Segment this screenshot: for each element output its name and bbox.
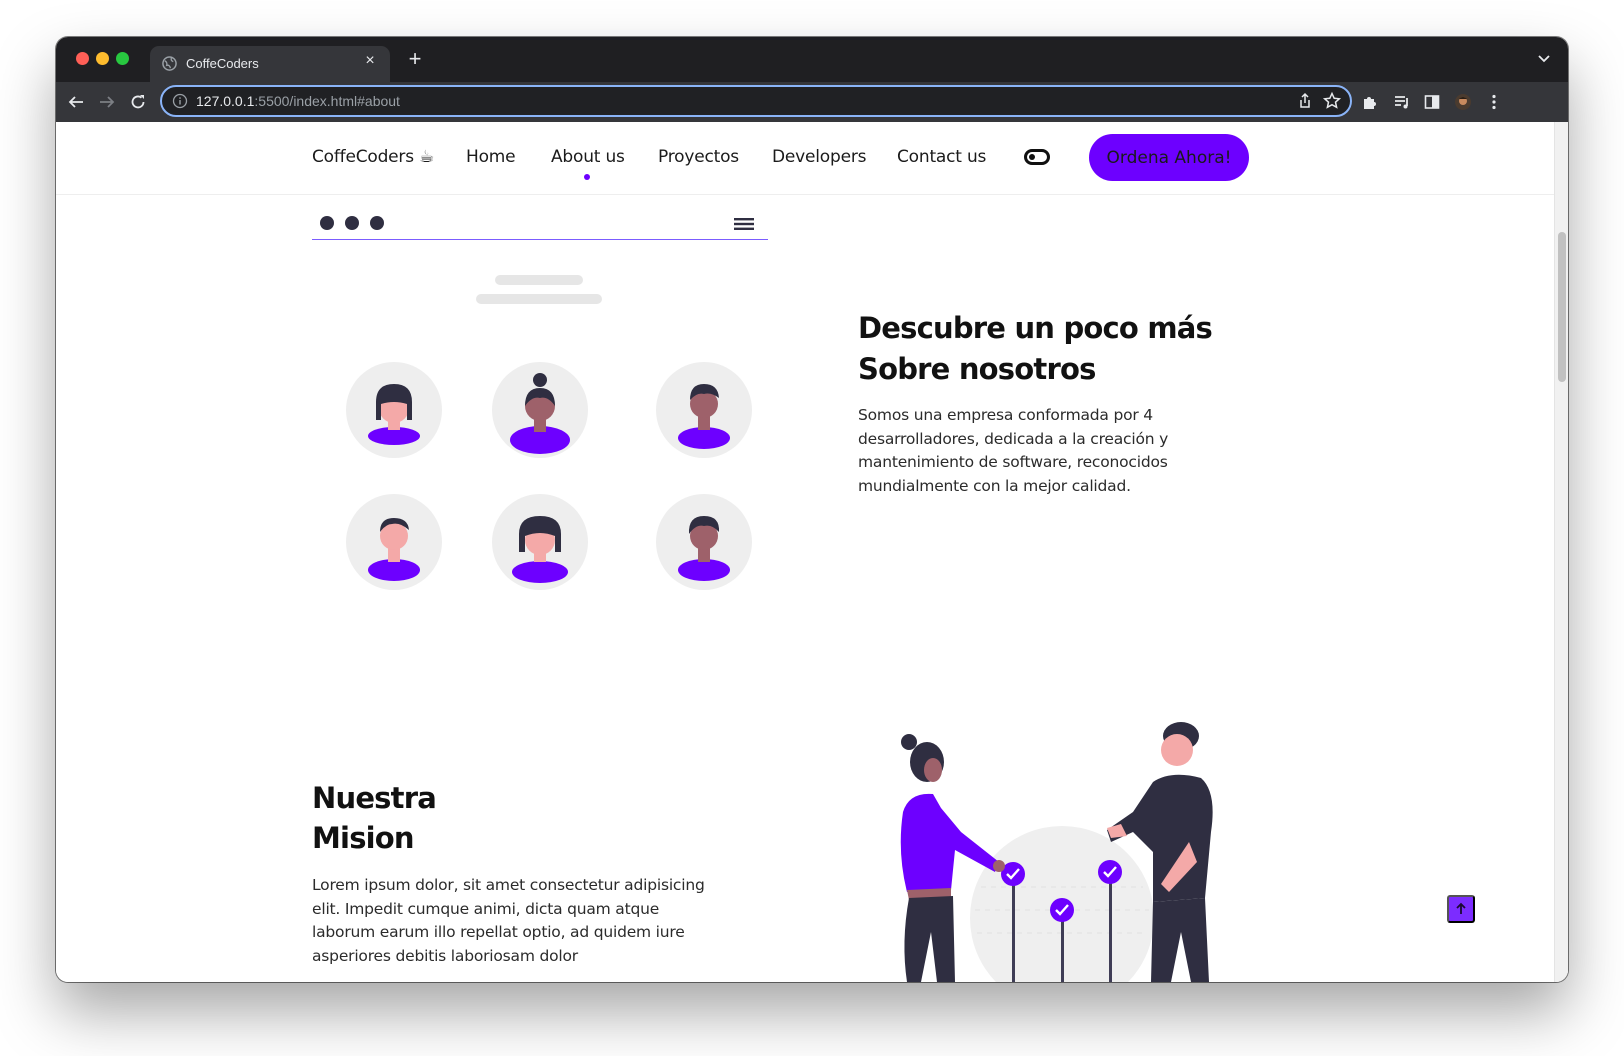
page-scrollbar[interactable]	[1554, 122, 1568, 982]
active-nav-indicator	[584, 174, 590, 180]
puzzle-icon	[1364, 97, 1376, 109]
about-description: Somos una empresa conformada por 4 desar…	[858, 406, 1169, 495]
collaboration-illustration	[900, 722, 1213, 982]
nav-link-contact[interactable]: Contact us	[897, 147, 986, 167]
browser-tab[interactable]: CoffeCoders ×	[150, 46, 390, 82]
browser-toolbar: 127.0.0.1:5500/index.html#about	[56, 82, 1568, 122]
share-icon[interactable]	[1296, 92, 1314, 110]
globe-icon	[162, 56, 177, 71]
order-now-button[interactable]: Ordena Ahora!	[1089, 134, 1249, 181]
team-avatar	[492, 362, 588, 458]
mock-dot	[345, 216, 359, 230]
tab-title: CoffeCoders	[186, 56, 259, 71]
toggle-knob	[1029, 154, 1035, 160]
browser-window: CoffeCoders × + 127.0.0.1:5500/index.htm…	[56, 37, 1568, 982]
arrow-right-icon	[100, 96, 115, 108]
person-female-icon	[512, 516, 568, 583]
nav-link-developers[interactable]: Developers	[772, 147, 866, 167]
address-bar[interactable]: 127.0.0.1:5500/index.html#about	[160, 85, 1352, 117]
arrow-left-icon	[68, 96, 83, 108]
close-window-button[interactable]	[76, 52, 89, 65]
person-male-icon	[678, 516, 730, 581]
minimize-window-button[interactable]	[96, 52, 109, 65]
more-vertical-icon	[1492, 94, 1496, 110]
mission-heading: Nuestra Mision	[312, 778, 437, 858]
team-avatar	[492, 494, 588, 590]
back-to-top-button[interactable]	[1447, 895, 1475, 923]
team-avatar	[656, 362, 752, 458]
site-navbar: CoffeCoders ☕ Home About us Proyectos De…	[56, 122, 1554, 195]
reload-button[interactable]	[126, 90, 150, 114]
about-heading: Descubre un poco más Sobre nosotros	[858, 308, 1213, 390]
tab-strip: CoffeCoders × +	[56, 37, 1568, 82]
url-text: 127.0.0.1:5500/index.html#about	[196, 93, 400, 109]
mock-subheading-line	[476, 294, 602, 304]
tab-close-button[interactable]: ×	[360, 52, 380, 70]
mock-browser-bar	[312, 214, 768, 240]
new-tab-button[interactable]: +	[402, 46, 428, 72]
arrow-up-icon	[1456, 902, 1466, 914]
url-path: :5500/index.html#about	[254, 93, 400, 109]
mission-description: Lorem ipsum dolor, sit amet consectetur …	[312, 876, 705, 965]
browser-menu-button[interactable]	[1482, 90, 1506, 114]
page-viewport: CoffeCoders ☕ Home About us Proyectos De…	[56, 122, 1568, 982]
team-avatar	[346, 362, 442, 458]
side-panel-icon	[1424, 95, 1440, 109]
forward-button[interactable]	[95, 90, 119, 114]
chevron-down-icon[interactable]	[1536, 50, 1552, 66]
reload-icon	[131, 95, 145, 109]
team-avatar	[656, 494, 752, 590]
side-panel-button[interactable]	[1420, 90, 1444, 114]
toggle-icon[interactable]	[1024, 149, 1050, 165]
person-male-icon	[368, 518, 420, 581]
nav-link-home[interactable]: Home	[466, 147, 516, 167]
scrollbar-thumb[interactable]	[1558, 232, 1566, 382]
info-icon[interactable]	[172, 93, 188, 109]
person-female-bun-icon	[510, 373, 570, 454]
mission-heading-line1: Nuestra	[312, 781, 437, 815]
person-male-icon	[678, 384, 730, 449]
extensions-button[interactable]	[1358, 90, 1382, 114]
maximize-window-button[interactable]	[116, 52, 129, 65]
url-host: 127.0.0.1	[196, 93, 255, 109]
screen: CoffeCoders × + 127.0.0.1:5500/index.htm…	[0, 0, 1624, 1056]
nav-link-about[interactable]: About us	[551, 147, 625, 167]
person-female-icon	[368, 384, 420, 445]
check-icon	[1098, 860, 1122, 884]
about-heading-line2: Sobre nosotros	[858, 352, 1096, 386]
back-button[interactable]	[64, 90, 88, 114]
mock-dot	[320, 216, 334, 230]
mock-heading-line	[495, 275, 583, 285]
reading-list-button[interactable]	[1390, 90, 1414, 114]
nav-link-projects[interactable]: Proyectos	[658, 147, 739, 167]
check-icon	[1050, 898, 1074, 922]
profile-button[interactable]	[1451, 90, 1475, 114]
media-queue-icon	[1395, 96, 1408, 109]
mock-dot	[370, 216, 384, 230]
team-avatar	[346, 494, 442, 590]
about-heading-line1: Descubre un poco más	[858, 311, 1213, 345]
profile-avatar-icon	[1455, 94, 1471, 110]
hamburger-icon	[734, 218, 754, 230]
star-icon[interactable]	[1322, 91, 1342, 111]
mission-heading-line2: Mision	[312, 821, 415, 855]
brand-logo[interactable]: CoffeCoders ☕	[312, 147, 434, 167]
